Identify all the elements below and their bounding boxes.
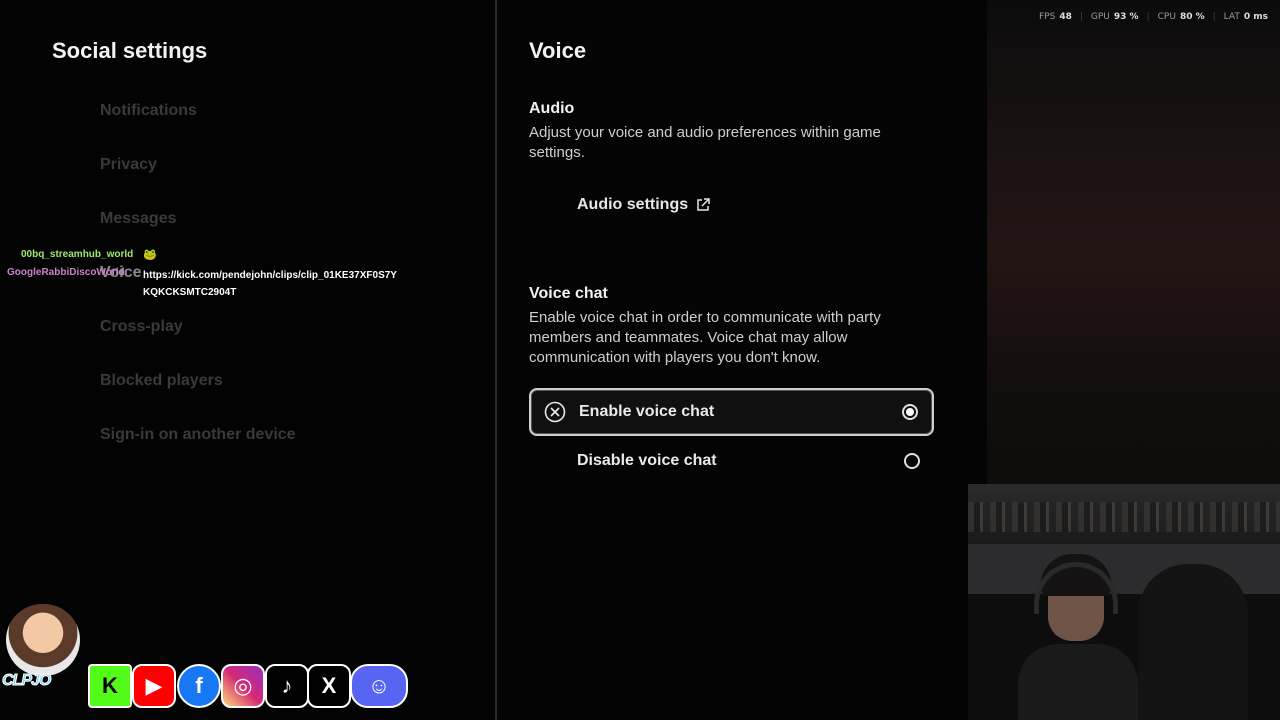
- audio-settings-button[interactable]: Audio settings: [577, 196, 710, 214]
- webcam-shelf-items: [968, 502, 1280, 532]
- option-enable-voice-chat[interactable]: Enable voice chat: [529, 388, 934, 436]
- channel-avatar: [6, 604, 80, 676]
- nav-item-sign-in-another-device[interactable]: Sign-in on another device: [100, 424, 296, 478]
- chat-username: 00bq_streamhub_world: [21, 249, 134, 260]
- latency-stat: LAT 0 ms: [1223, 12, 1268, 22]
- radio-enable-voice-chat[interactable]: [902, 404, 918, 420]
- close-circle-icon: [531, 401, 579, 423]
- instagram-icon: ◎: [221, 664, 265, 708]
- fps-stat: FPS 48: [1038, 12, 1072, 22]
- nav-item-cross-play[interactable]: Cross-play: [100, 316, 296, 370]
- stat-separator: |: [1146, 12, 1150, 22]
- cpu-stat: CPU 80 %: [1157, 12, 1205, 22]
- webcam-overlay: [968, 484, 1280, 720]
- kick-icon: K: [88, 664, 132, 708]
- x-icon: X: [307, 664, 351, 708]
- left-panel: Social settings Notifications Privacy Me…: [0, 0, 495, 720]
- stat-separator: |: [1212, 12, 1216, 22]
- voice-chat-heading: Voice chat: [529, 285, 608, 302]
- section-title-voice: Voice: [529, 38, 587, 63]
- tiktok-icon: ♪: [265, 664, 309, 708]
- performance-stats: FPS 48 | GPU 93 % | CPU 80 % | LAT 0 ms: [1039, 12, 1268, 22]
- stat-separator: |: [1079, 12, 1083, 22]
- external-link-icon: [696, 198, 710, 212]
- streamer-body: [1018, 644, 1138, 720]
- webcam-chair: [1138, 564, 1248, 720]
- audio-heading: Audio: [529, 100, 575, 117]
- audio-settings-label: Audio settings: [577, 196, 689, 213]
- youtube-icon: ▶: [132, 664, 176, 708]
- right-panel: Voice Audio Adjust your voice and audio …: [497, 0, 987, 720]
- enable-voice-chat-label: Enable voice chat: [579, 403, 715, 420]
- discord-icon: ☺: [350, 664, 408, 708]
- nav-item-blocked-players[interactable]: Blocked players: [100, 370, 296, 424]
- chat-message: https://kick.com/pendejohn/clips/clip_01…: [143, 270, 397, 298]
- nav-item-privacy[interactable]: Privacy: [100, 154, 296, 208]
- option-disable-voice-chat[interactable]: Disable voice chat: [529, 437, 934, 485]
- gpu-stat: GPU 93 %: [1090, 12, 1139, 22]
- radio-disable-voice-chat[interactable]: [904, 453, 920, 469]
- frog-emote-icon: 🐸: [143, 249, 157, 261]
- nav-item-notifications[interactable]: Notifications: [100, 100, 296, 154]
- voice-chat-description: Enable voice chat in order to communicat…: [529, 309, 881, 366]
- facebook-icon: f: [177, 664, 221, 708]
- page-title: Social settings: [52, 38, 208, 63]
- audio-description: Adjust your voice and audio preferences …: [529, 124, 881, 161]
- channel-logo-text: CLPJO: [1, 672, 51, 690]
- disable-voice-chat-label: Disable voice chat: [577, 452, 717, 469]
- chat-username: GoogleRabbiDiscoWorld: [7, 267, 125, 278]
